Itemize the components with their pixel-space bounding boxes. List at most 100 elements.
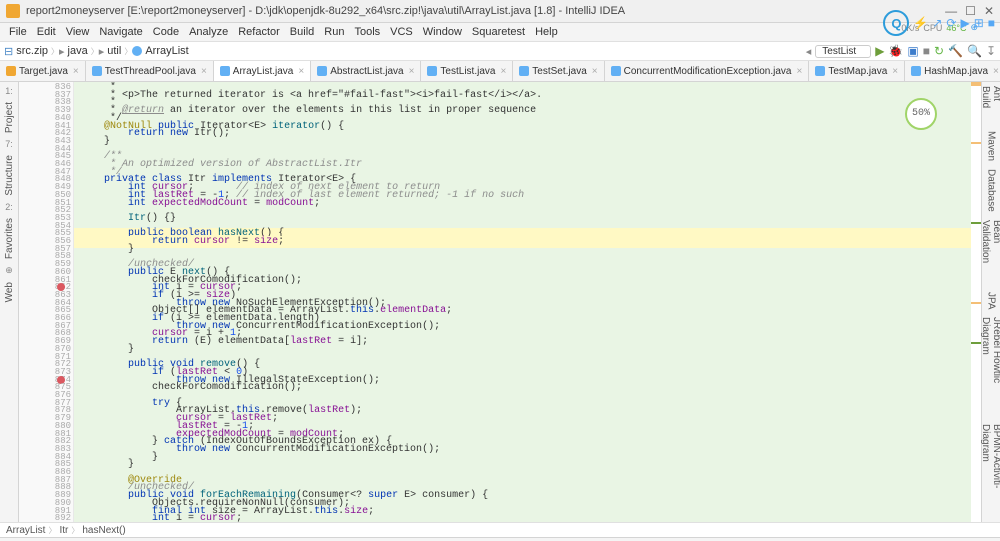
grid-icon[interactable]: ⊞ <box>974 16 984 30</box>
tool-maven[interactable]: Maven <box>986 127 997 165</box>
bc-class[interactable]: ArrayList <box>6 525 45 536</box>
editor-tab[interactable]: ConcurrentModificationException.java × <box>605 61 810 81</box>
file-icon <box>6 66 16 76</box>
menu-file[interactable]: File <box>4 26 32 38</box>
run-config-select[interactable]: TestList <box>815 45 871 58</box>
menu-navigate[interactable]: Navigate <box>94 26 147 38</box>
refresh-icon[interactable]: ⟳ <box>946 16 956 30</box>
window-title: report2moneyserver [E:\report2moneyserve… <box>26 5 945 17</box>
menu-analyze[interactable]: Analyze <box>184 26 233 38</box>
tab-label: Target.java <box>19 66 68 77</box>
menu-window[interactable]: Window <box>418 26 467 38</box>
tool-bpmn-activiti-diagram[interactable]: BPMN-Activiti-Diagram <box>980 420 1000 522</box>
arrow-icon[interactable]: ↗ <box>932 16 942 30</box>
bottom-tool-stripe: ▶4: Run🐞5: Debug≡6: TODO🍃Spring>_Termina… <box>0 537 1000 541</box>
gutter[interactable]: 8368378388398408418428438448458468478488… <box>19 82 74 522</box>
editor-tab[interactable]: ArrayList.java × <box>214 61 311 81</box>
menu-run[interactable]: Run <box>319 26 349 38</box>
file-icon <box>611 66 621 76</box>
editor-tab[interactable]: HashMap.java × <box>905 61 1000 81</box>
menu-squaretest[interactable]: Squaretest <box>467 26 530 38</box>
editor-tab[interactable]: Target.java × <box>0 61 86 81</box>
file-icon <box>519 66 529 76</box>
menu-tools[interactable]: Tools <box>349 26 385 38</box>
close-tab-icon[interactable]: × <box>500 66 506 77</box>
q-icon[interactable]: Q <box>883 10 909 36</box>
menu-edit[interactable]: Edit <box>32 26 61 38</box>
file-icon <box>220 66 230 76</box>
tool-number: 1: <box>5 86 13 96</box>
tab-label: AbstractList.java <box>330 66 403 77</box>
code-editor[interactable]: 50% * * <p>The returned iterator is <a h… <box>74 82 971 522</box>
menu-code[interactable]: Code <box>148 26 184 38</box>
tool-bean-validation[interactable]: Bean Validation <box>980 216 1000 288</box>
search-icon[interactable]: 🔍 <box>967 44 982 58</box>
menu-vcs[interactable]: VCS <box>385 26 418 38</box>
close-tab-icon[interactable]: × <box>892 66 898 77</box>
editor-tab[interactable]: TestSet.java× <box>513 61 604 81</box>
presentation-widget: Q ⚡ ↗ ⟳ ▶ ⊞ ■ <box>883 10 995 36</box>
close-tab-icon[interactable]: × <box>201 66 207 77</box>
crumb[interactable]: java <box>65 45 91 57</box>
play-icon[interactable]: ▶ <box>960 16 969 30</box>
crumb[interactable]: util <box>104 45 124 57</box>
tool-database[interactable]: Database <box>986 165 997 216</box>
file-icon <box>427 66 437 76</box>
vcs-update-icon[interactable]: ↧ <box>986 44 996 58</box>
tool-jpa[interactable]: JPA <box>986 288 997 314</box>
tool-number: ⊕ <box>5 265 13 276</box>
tab-label: HashMap.java <box>924 66 988 77</box>
tool-web[interactable]: Web <box>4 278 15 306</box>
menu-view[interactable]: View <box>61 26 95 38</box>
build-icon[interactable]: 🔨 <box>948 44 963 58</box>
tab-label: TestList.java <box>440 66 495 77</box>
tab-label: ConcurrentModificationException.java <box>624 66 792 77</box>
editor-tab[interactable]: AbstractList.java × <box>311 61 421 81</box>
close-tab-icon[interactable]: × <box>409 66 415 77</box>
line-number[interactable]: 892 <box>47 513 71 525</box>
bc-inner[interactable]: Itr <box>59 525 68 536</box>
right-tool-stripe: Ant BuildMavenDatabaseBean ValidationJPA… <box>981 82 1000 522</box>
editor-tab[interactable]: TestThreadPool.java × <box>86 61 214 81</box>
editor-tab[interactable]: TestList.java × <box>421 61 513 81</box>
editor-tab[interactable]: TestMap.java× <box>809 61 905 81</box>
tool-structure[interactable]: Structure <box>4 151 15 200</box>
tool-ant-build[interactable]: Ant Build <box>980 82 1000 127</box>
coverage-icon[interactable]: ▣ <box>907 44 918 58</box>
crumb[interactable]: ArrayList <box>142 45 191 57</box>
run-icon[interactable]: ▶ <box>875 44 884 58</box>
debug-icon[interactable]: 🐞 <box>888 44 903 58</box>
square-icon[interactable]: ■ <box>988 16 995 30</box>
file-icon <box>911 66 921 76</box>
left-tool-stripe: 1:Project7:Structure2:Favorites⊕Web <box>0 82 19 522</box>
tool-favorites[interactable]: Favorites <box>4 214 15 263</box>
tab-label: ArrayList.java <box>233 66 294 77</box>
menu-refactor[interactable]: Refactor <box>233 26 285 38</box>
rerun-icon[interactable]: ↻ <box>934 44 944 58</box>
back-icon[interactable]: ◂ <box>806 45 812 58</box>
app-icon <box>6 4 20 18</box>
menu-build[interactable]: Build <box>285 26 319 38</box>
tool-project[interactable]: Project <box>4 98 15 137</box>
menu-bar: FileEditViewNavigateCodeAnalyzeRefactorB… <box>0 23 1000 42</box>
stop-icon[interactable]: ■ <box>923 44 930 58</box>
code-line[interactable]: int i = cursor; <box>74 513 971 522</box>
tool-number: 2: <box>5 202 13 212</box>
menu-help[interactable]: Help <box>530 26 563 38</box>
editor-breadcrumbs: ArrayList 〉 Itr 〉 hasNext() <box>0 522 1000 537</box>
editor-tabs: Target.java×TestThreadPool.java×ArrayLis… <box>0 61 1000 82</box>
close-tab-icon[interactable]: × <box>592 66 598 77</box>
close-tab-icon[interactable]: × <box>298 66 304 77</box>
file-icon <box>92 66 102 76</box>
close-tab-icon[interactable]: × <box>797 66 803 77</box>
crumb[interactable]: src.zip <box>13 45 51 57</box>
tab-label: TestThreadPool.java <box>105 66 196 77</box>
class-icon <box>132 46 142 56</box>
error-stripe[interactable] <box>971 82 981 522</box>
tool-jrebel-howtlic-diagram[interactable]: JRebel Howtlic Diagram <box>980 313 1000 419</box>
code-insight-badge[interactable]: 50% <box>905 98 937 130</box>
close-tab-icon[interactable]: × <box>73 66 79 77</box>
bc-method[interactable]: hasNext() <box>82 525 125 536</box>
wand-icon[interactable]: ⚡ <box>913 16 928 30</box>
close-tab-icon[interactable]: × <box>993 66 999 77</box>
